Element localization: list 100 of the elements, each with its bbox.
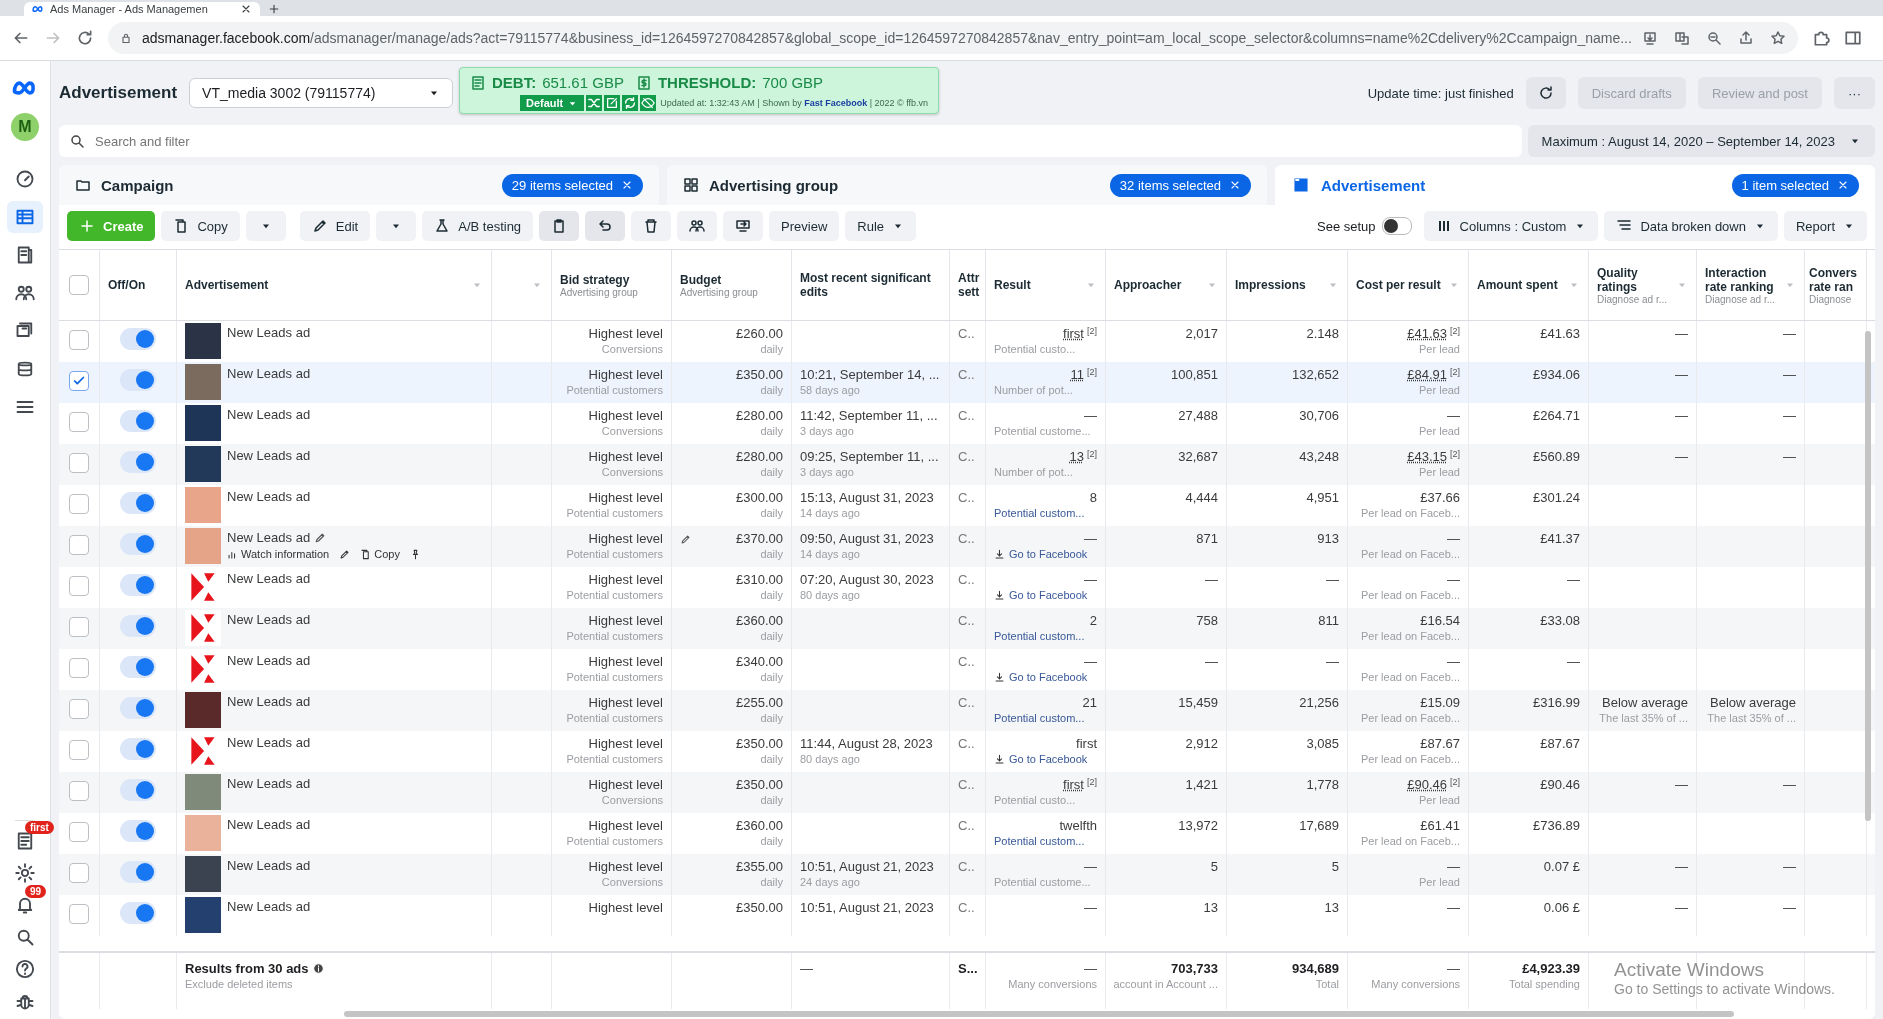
ad-name[interactable]: New Leads ad bbox=[227, 325, 311, 340]
selection-chip[interactable]: 29 items selected bbox=[501, 173, 643, 197]
horizontal-scrollbar[interactable] bbox=[344, 1011, 1734, 1017]
ad-toggle[interactable] bbox=[120, 574, 156, 596]
level-tab[interactable]: Campaign 29 items selected bbox=[59, 165, 659, 205]
see-setup-switch[interactable] bbox=[1381, 217, 1412, 235]
undo-button[interactable] bbox=[585, 211, 626, 241]
column-header[interactable]: Quality ratings bbox=[1597, 265, 1672, 294]
copy-link[interactable]: Copy bbox=[360, 548, 400, 560]
ad-toggle[interactable] bbox=[120, 328, 156, 350]
selection-chip[interactable]: 32 items selected bbox=[1109, 173, 1251, 197]
preset-select[interactable]: Default bbox=[520, 95, 585, 111]
close-icon[interactable] bbox=[240, 3, 252, 15]
ad-name[interactable]: New Leads ad bbox=[227, 530, 311, 545]
close-icon[interactable] bbox=[621, 179, 633, 191]
row-checkbox[interactable] bbox=[69, 822, 89, 842]
row-checkbox[interactable] bbox=[69, 535, 89, 555]
column-header[interactable]: Most recent significant edits bbox=[800, 271, 941, 299]
preview-button[interactable]: Preview bbox=[769, 211, 840, 241]
column-header[interactable]: Interaction rate ranking bbox=[1705, 265, 1780, 294]
column-header[interactable]: Approacher bbox=[1114, 278, 1202, 292]
browser-tab[interactable]: Ads Manager - Ads Managemen bbox=[24, 2, 260, 16]
sync-icon[interactable] bbox=[622, 95, 639, 111]
column-header[interactable]: Impressions bbox=[1235, 278, 1323, 292]
bookmark-star-icon[interactable] bbox=[1769, 30, 1786, 46]
row-checkbox[interactable] bbox=[69, 658, 89, 678]
search-field[interactable]: Search and filter bbox=[59, 125, 1522, 157]
clipboard-button[interactable] bbox=[539, 211, 580, 241]
side-panel-icon[interactable] bbox=[1843, 29, 1862, 47]
close-icon[interactable] bbox=[1229, 179, 1241, 191]
ab-testing-button[interactable]: A/B testing bbox=[422, 211, 534, 241]
select-all-checkbox[interactable] bbox=[69, 275, 89, 295]
selection-chip[interactable]: 1 item selected bbox=[1731, 173, 1859, 197]
column-header[interactable]: Advertisement bbox=[185, 278, 467, 292]
more-button[interactable]: ··· bbox=[1834, 77, 1875, 109]
ad-toggle[interactable] bbox=[120, 861, 156, 883]
delete-button[interactable] bbox=[631, 211, 672, 241]
go-to-facebook-link[interactable]: Go to Facebook bbox=[994, 753, 1088, 765]
share-icon[interactable] bbox=[1737, 30, 1754, 46]
columns-button[interactable]: Columns : Custom bbox=[1423, 211, 1599, 241]
settings-icon[interactable] bbox=[15, 863, 35, 883]
ad-name[interactable]: New Leads ad bbox=[227, 366, 311, 381]
column-header[interactable]: Convers rate ran bbox=[1809, 265, 1862, 294]
go-to-facebook-link[interactable]: Go to Facebook bbox=[994, 589, 1088, 601]
new-tab-icon[interactable] bbox=[268, 3, 280, 15]
ad-name[interactable]: New Leads ad bbox=[227, 571, 311, 586]
close-icon[interactable] bbox=[1837, 179, 1849, 191]
column-header[interactable]: Bid strategy bbox=[560, 272, 663, 287]
vertical-scrollbar[interactable] bbox=[1865, 331, 1871, 821]
install-icon[interactable] bbox=[1641, 30, 1658, 46]
address-bar[interactable] bbox=[108, 22, 1798, 54]
level-tab[interactable]: Advertisement 1 item selected bbox=[1275, 165, 1875, 205]
translate-icon[interactable] bbox=[1673, 30, 1690, 46]
column-header[interactable]: Cost per result bbox=[1356, 278, 1444, 292]
ad-name[interactable]: New Leads ad bbox=[227, 694, 311, 709]
ad-toggle[interactable] bbox=[120, 533, 156, 555]
watch-information-link[interactable]: Watch information bbox=[227, 548, 330, 560]
row-checkbox[interactable] bbox=[69, 412, 89, 432]
ad-name[interactable]: New Leads ad bbox=[227, 858, 311, 873]
ad-toggle[interactable] bbox=[120, 410, 156, 432]
ad-toggle[interactable] bbox=[120, 451, 156, 473]
result-type-link[interactable]: Potential custom... bbox=[994, 507, 1085, 519]
result-type-link[interactable]: Potential custom... bbox=[994, 712, 1085, 724]
result-type-link[interactable]: Potential custom... bbox=[994, 835, 1085, 847]
ad-toggle[interactable] bbox=[120, 738, 156, 760]
column-header[interactable]: Result bbox=[994, 278, 1081, 292]
ad-name[interactable]: New Leads ad bbox=[227, 612, 311, 627]
ad-name[interactable]: New Leads ad bbox=[227, 407, 311, 422]
ad-toggle[interactable] bbox=[120, 902, 156, 924]
ad-name[interactable]: New Leads ad bbox=[227, 817, 311, 832]
shuffle-icon[interactable] bbox=[586, 95, 603, 111]
pencil-icon[interactable] bbox=[314, 531, 327, 544]
row-checkbox[interactable] bbox=[69, 781, 89, 801]
column-header[interactable]: Off/On bbox=[108, 278, 168, 292]
row-checkbox[interactable] bbox=[69, 371, 89, 391]
list-icon[interactable] bbox=[15, 831, 35, 851]
account-select[interactable]: VT_media 3002 (79115774) bbox=[189, 78, 454, 108]
ad-name[interactable]: New Leads ad bbox=[227, 899, 311, 914]
rule-button[interactable]: Rule bbox=[845, 211, 917, 241]
account-avatar[interactable]: M bbox=[11, 113, 39, 141]
ad-name[interactable]: New Leads ad bbox=[227, 735, 311, 750]
copy-button[interactable]: Copy bbox=[161, 211, 240, 241]
row-checkbox[interactable] bbox=[69, 453, 89, 473]
info-icon[interactable] bbox=[312, 963, 324, 974]
ad-toggle[interactable] bbox=[120, 492, 156, 514]
reload-icon[interactable] bbox=[76, 29, 94, 47]
hide-icon[interactable] bbox=[640, 95, 657, 111]
row-checkbox[interactable] bbox=[69, 863, 89, 883]
ad-name[interactable]: New Leads ad bbox=[227, 448, 311, 463]
ad-name[interactable]: New Leads ad bbox=[227, 776, 311, 791]
help-icon[interactable] bbox=[15, 959, 35, 979]
go-to-facebook-link[interactable]: Go to Facebook bbox=[994, 548, 1088, 560]
date-range-button[interactable]: Maximum : August 14, 2020 – September 14, 2023 bbox=[1527, 125, 1875, 157]
go-to-facebook-link[interactable]: Go to Facebook bbox=[994, 671, 1088, 683]
search-icon[interactable] bbox=[15, 927, 35, 947]
row-checkbox[interactable] bbox=[69, 740, 89, 760]
result-type-link[interactable]: Potential custom... bbox=[994, 630, 1085, 642]
refresh-button[interactable] bbox=[1525, 77, 1566, 109]
row-checkbox[interactable] bbox=[69, 699, 89, 719]
bell-icon[interactable] bbox=[15, 895, 35, 915]
